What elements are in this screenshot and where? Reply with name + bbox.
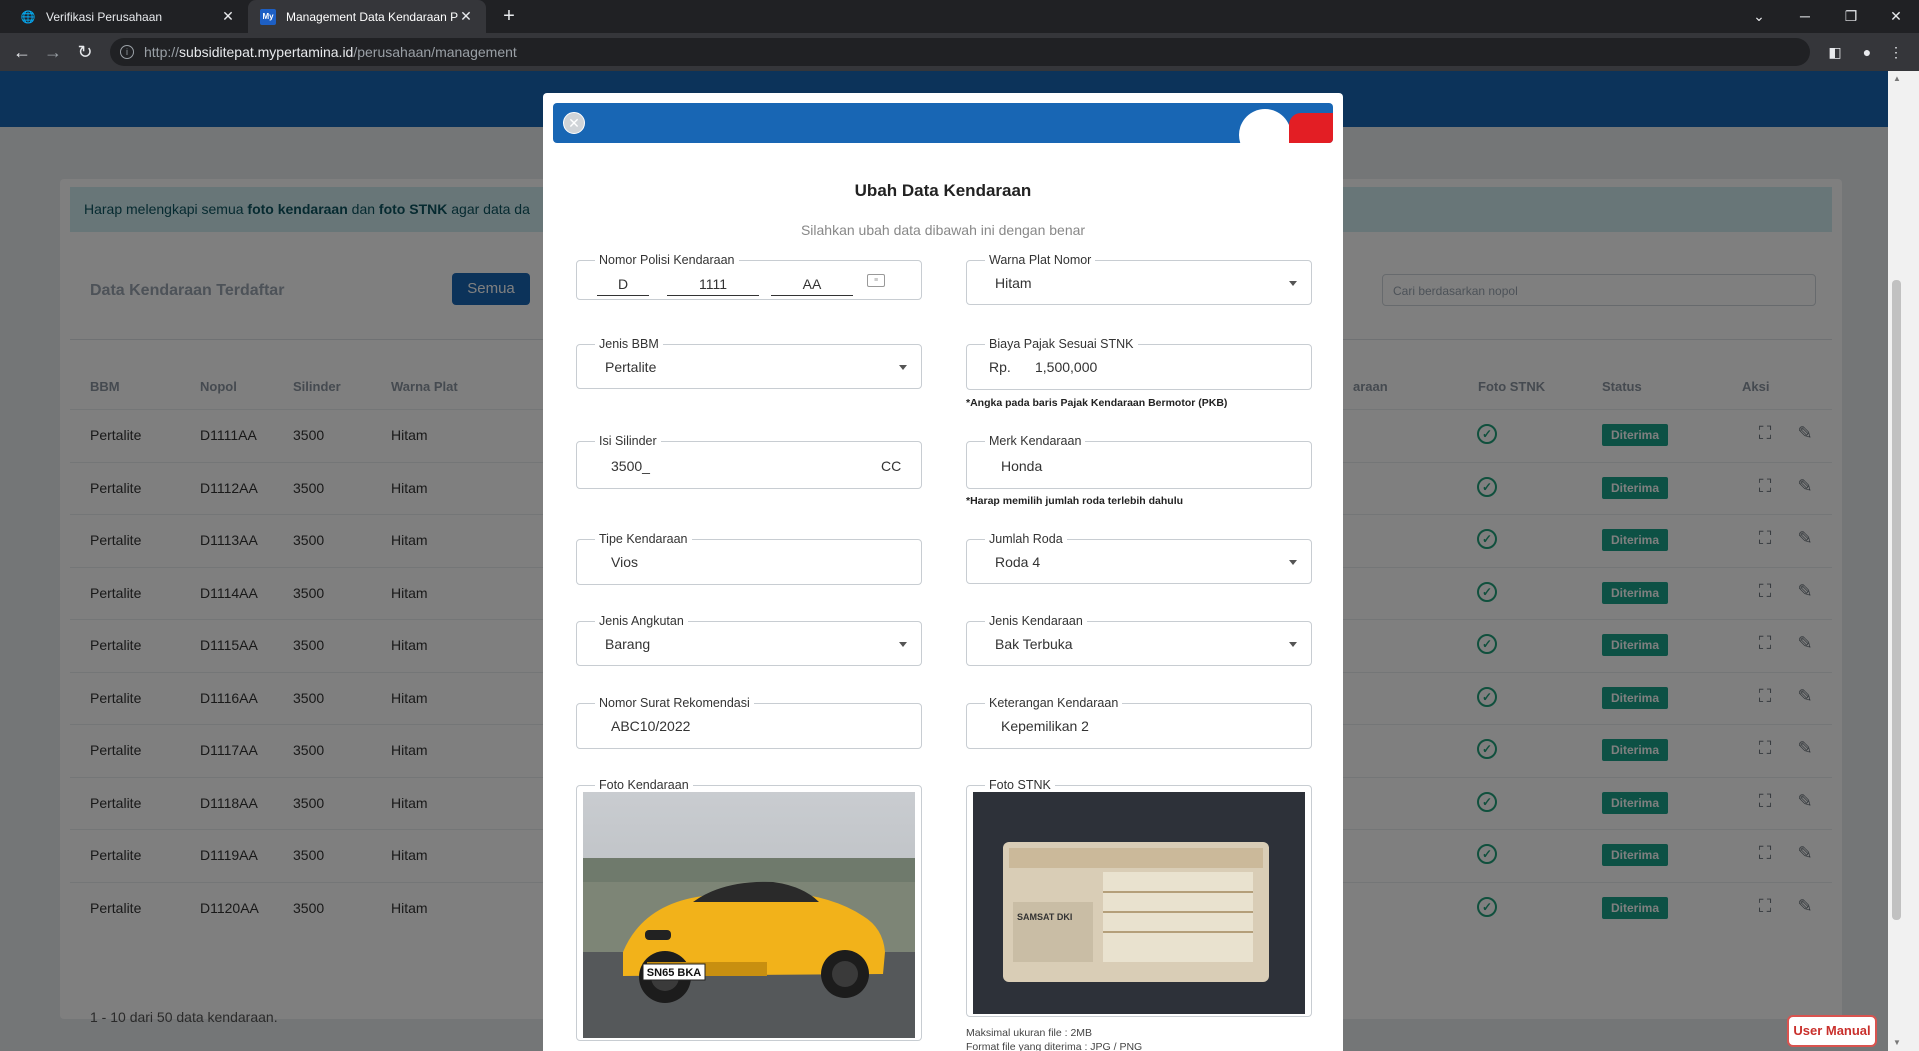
- field-label: Jenis Kendaraan: [985, 614, 1087, 628]
- merk-kendaraan-input[interactable]: Merk Kendaraan Honda: [966, 434, 1312, 489]
- address-bar[interactable]: i http://subsiditepat.mypertamina.id/per…: [110, 38, 1810, 66]
- field-label: Tipe Kendaraan: [595, 532, 692, 546]
- jenis-angkutan-select[interactable]: Jenis Angkutan Barang: [576, 614, 922, 666]
- file-format-note: Format file yang diterima : JPG / PNG: [966, 1041, 1143, 1051]
- id-card-icon: ≡: [867, 274, 885, 287]
- user-manual-button[interactable]: User Manual: [1787, 1015, 1877, 1047]
- tipe-kendaraan-input[interactable]: Tipe Kendaraan Vios: [576, 532, 922, 585]
- url-scheme: http://: [144, 44, 180, 60]
- keterangan-value: Kepemilikan 2: [1001, 718, 1089, 734]
- silinder-value: 3500_: [611, 458, 650, 474]
- tab-search-icon[interactable]: ⌄: [1736, 0, 1782, 33]
- nomor-surat-value: ABC10/2022: [611, 718, 691, 734]
- tab-management[interactable]: My Management Data Kendaraan Pr ✕: [248, 0, 486, 33]
- site-info-icon[interactable]: i: [120, 45, 134, 59]
- merk-value: Honda: [1001, 458, 1043, 474]
- field-label: Nomor Polisi Kendaraan: [595, 253, 739, 267]
- vehicle-photo: SN65 BKA: [583, 792, 915, 1038]
- modal-subtitle: Silahkan ubah data dibawah ini dengan be…: [800, 222, 1086, 238]
- currency-prefix: Rp.: [989, 359, 1011, 375]
- field-label: Isi Silinder: [595, 434, 661, 448]
- nomor-surat-input[interactable]: Nomor Surat Rekomendasi ABC10/2022: [576, 696, 922, 749]
- biaya-pajak-input[interactable]: Biaya Pajak Sesuai STNK Rp. 1,500,000: [966, 337, 1312, 390]
- modal-banner: ✕: [553, 103, 1333, 143]
- chevron-down-icon: [1289, 642, 1297, 647]
- banner-logo-circle: [1239, 109, 1291, 143]
- modal-title: Ubah Data Kendaraan: [854, 181, 1032, 200]
- license-plate-text: SN65 BKA: [647, 967, 701, 979]
- back-button[interactable]: ←: [9, 40, 35, 64]
- page-viewport: Harap melengkapi semua foto kendaraan da…: [0, 71, 1888, 1051]
- field-label: Jenis Angkutan: [595, 614, 688, 628]
- nomor-polisi-field: Nomor Polisi Kendaraan D 1111 AA ≡: [576, 253, 922, 300]
- plate-number-input[interactable]: 1111: [667, 276, 759, 296]
- isi-silinder-input[interactable]: Isi Silinder 3500_ CC: [576, 434, 922, 489]
- jenis-bbm-select[interactable]: Jenis BBM Pertalite: [576, 337, 922, 389]
- jenis-kendaraan-select[interactable]: Jenis Kendaraan Bak Terbuka: [966, 614, 1312, 666]
- field-label: Jumlah Roda: [985, 532, 1067, 546]
- scrollbar-thumb[interactable]: [1892, 280, 1901, 920]
- close-icon[interactable]: ✕: [563, 112, 585, 134]
- field-label: Keterangan Kendaraan: [985, 696, 1123, 710]
- chevron-down-icon: [899, 365, 907, 370]
- merk-hint: *Harap memilih jumlah roda terlebih dahu…: [966, 495, 1184, 507]
- chevron-down-icon: [899, 642, 907, 647]
- url-host: subsiditepat.mypertamina.id: [179, 44, 354, 60]
- sidepanel-icon[interactable]: ◧: [1824, 40, 1846, 64]
- stnk-photo: SAMSAT DKI: [973, 792, 1305, 1014]
- tipe-value: Vios: [611, 554, 638, 570]
- foto-stnk-upload[interactable]: Foto STNK SAMSAT DKI: [966, 778, 1312, 1017]
- close-tab-icon[interactable]: ✕: [458, 8, 474, 25]
- plate-prefix-input[interactable]: D: [597, 276, 649, 296]
- scroll-down-icon[interactable]: ▼: [1892, 1038, 1902, 1047]
- selected-value: Pertalite: [605, 359, 657, 375]
- field-label: Merk Kendaraan: [985, 434, 1086, 448]
- warna-plat-select[interactable]: Warna Plat Nomor Hitam: [966, 253, 1312, 305]
- plate-suffix-input[interactable]: AA: [771, 276, 853, 296]
- chevron-down-icon: [1289, 560, 1297, 565]
- silinder-unit: CC: [881, 458, 902, 474]
- chevron-down-icon: [1289, 281, 1297, 286]
- foto-kendaraan-upload[interactable]: Foto Kendaraan SN65 BKA: [576, 778, 922, 1041]
- restore-button[interactable]: ❐: [1828, 0, 1874, 33]
- file-max-note: Maksimal ukuran file : 2MB: [966, 1027, 1093, 1039]
- browser-tabbar: 🌐 Verifikasi Perusahaan ✕ My Management …: [0, 0, 1919, 33]
- selected-value: Barang: [605, 636, 651, 652]
- field-label: Biaya Pajak Sesuai STNK: [985, 337, 1138, 351]
- edit-vehicle-modal: ✕ Ubah Data Kendaraan Silahkan ubah data…: [543, 93, 1343, 1051]
- profile-avatar[interactable]: ●: [1856, 40, 1878, 64]
- minimize-button[interactable]: ─: [1782, 0, 1828, 33]
- globe-icon: 🌐: [20, 9, 36, 24]
- banner-red-accent: [1289, 113, 1333, 143]
- selected-value: Bak Terbuka: [995, 636, 1073, 652]
- browser-toolbar: ← → ↻ i http://subsiditepat.mypertamina.…: [0, 33, 1919, 71]
- menu-icon[interactable]: ⋮: [1886, 40, 1906, 64]
- pajak-hint: *Angka pada baris Pajak Kendaraan Bermot…: [966, 397, 1228, 409]
- reload-button[interactable]: ↻: [72, 40, 98, 64]
- tab-title: Verifikasi Perusahaan: [46, 9, 163, 24]
- pajak-value: 1,500,000: [1035, 359, 1098, 375]
- url-path: /perusahaan/management: [353, 44, 517, 60]
- field-label: Jenis BBM: [595, 337, 663, 351]
- forward-button[interactable]: →: [40, 40, 66, 64]
- field-label: Nomor Surat Rekomendasi: [595, 696, 754, 710]
- mypertamina-favicon-icon: My: [260, 8, 276, 25]
- field-label: Warna Plat Nomor: [985, 253, 1096, 267]
- field-label: Foto STNK: [985, 778, 1055, 792]
- tab-verifikasi[interactable]: 🌐 Verifikasi Perusahaan ✕: [8, 0, 248, 33]
- close-window-button[interactable]: ✕: [1873, 0, 1919, 33]
- jumlah-roda-select[interactable]: Jumlah Roda Roda 4: [966, 532, 1312, 584]
- selected-value: Hitam: [995, 275, 1032, 291]
- close-tab-icon[interactable]: ✕: [220, 8, 236, 25]
- field-label: Foto Kendaraan: [595, 778, 693, 792]
- scroll-up-icon[interactable]: ▲: [1892, 74, 1902, 83]
- selected-value: Roda 4: [995, 554, 1041, 570]
- tab-title: Management Data Kendaraan Pr: [286, 9, 458, 24]
- keterangan-input[interactable]: Keterangan Kendaraan Kepemilikan 2: [966, 696, 1312, 749]
- new-tab-button[interactable]: +: [498, 5, 520, 27]
- stnk-doc-text: SAMSAT DKI: [1017, 912, 1072, 922]
